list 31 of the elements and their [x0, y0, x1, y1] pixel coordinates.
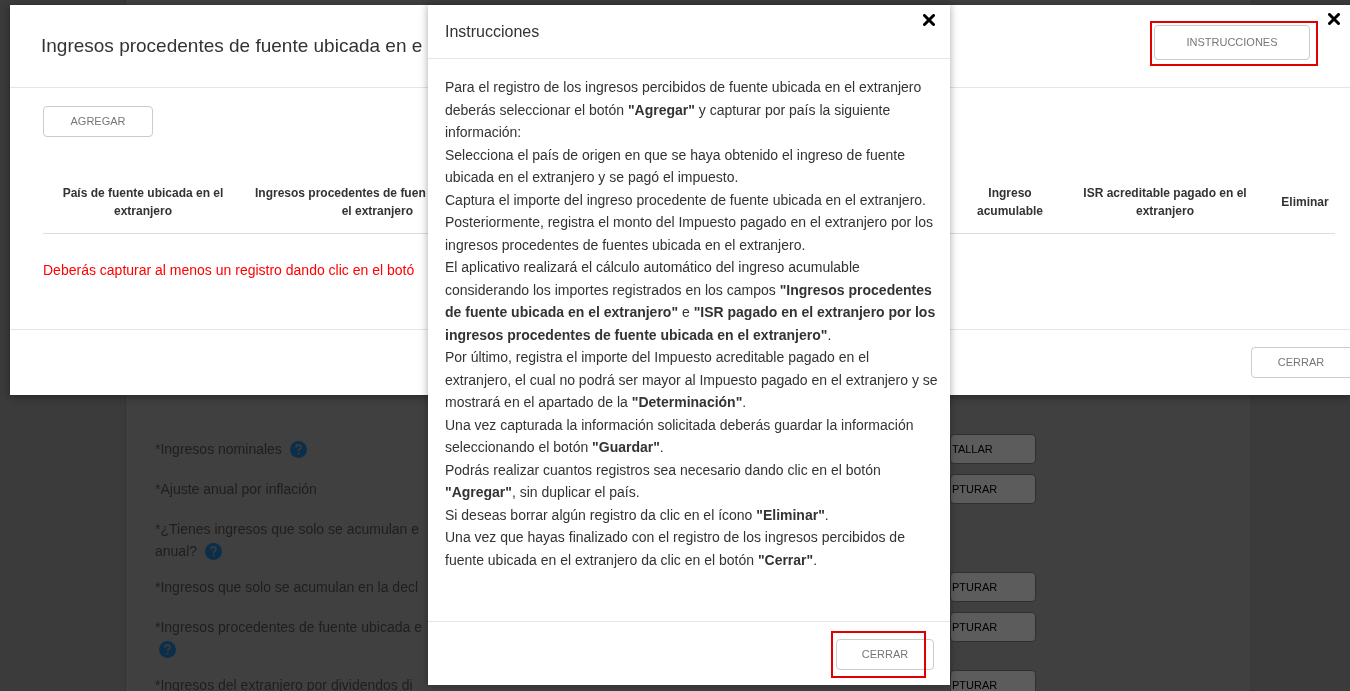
instruction-paragraph: Una vez que hayas finalizado con el registro de los ingresos percibidos de fuente ubicada en el extranjero da clic en el botón "Cerrar". [445, 528, 906, 570]
close-button[interactable]: CERRAR [1251, 347, 1350, 378]
column-header: Eliminar [1280, 193, 1330, 211]
help-icon[interactable] [159, 640, 176, 658]
close-icon[interactable] [923, 14, 935, 26]
error-message: Deberás capturar al menos un registro dando clic en el botó [43, 262, 415, 278]
capture-button[interactable]: PTURAR [950, 670, 1036, 691]
instruction-paragraph: Podrás realizar cuantos registros sea necesario dando clic en el botón "Agregar", sin duplicar el país. [445, 460, 882, 502]
dialog-title: Instrucciones [445, 21, 540, 42]
close-icon[interactable] [1328, 13, 1340, 25]
capture-button[interactable]: PTURAR [950, 572, 1036, 602]
instruction-paragraph: Posteriormente, registra el monto del Impuesto pagado en el extranjero por los ingresos procedentes de fuentes ubicada en el extranjero. [445, 213, 934, 255]
instruction-paragraph: Una vez capturada la información solicitada deberás guardar la información seleccionando el botón "Guardar". [445, 415, 915, 457]
add-button[interactable]: AGREGAR [43, 106, 153, 137]
column-header: País de fuente ubicada en el extranjero [61, 184, 225, 220]
help-icon[interactable] [205, 542, 223, 560]
instruction-paragraph: Selecciona el país de origen en que se haya obtenido el ingreso de fuente ubicada en el extranjero y se pagó el impuesto. [445, 145, 906, 187]
capture-button[interactable]: PTURAR [950, 474, 1036, 504]
instruction-paragraph: El aplicativo realizará el cálculo automático del ingreso acumulable considerando los importes registrados en los campos "Ingresos procedentes de fuente ubicada en el extranjero" e "ISR pagado en el extranjero por los ingresos procedentes de fuente ubicada en el extranjero". [445, 258, 937, 345]
column-header: Ingreso acumulable [976, 184, 1044, 220]
instruction-paragraph: Si deseas borrar algún registro da clic en el ícono "Eliminar". [445, 505, 830, 525]
instruction-paragraph: Captura el importe del ingreso procedente de fuente ubicada en el extranjero. [445, 190, 927, 210]
capture-button[interactable]: PTURAR [950, 612, 1036, 642]
instruction-paragraph: Para el registro de los ingresos percibidos de fuente ubicada en el extranjero deberás seleccionar el botón "Agregar" y capturar por país la siguiente información: [445, 78, 923, 142]
column-header: ISR acreditable pagado en el extranjero [1082, 184, 1248, 220]
instructions-button[interactable]: INSTRUCCIONES [1154, 24, 1310, 60]
close-button[interactable]: CERRAR [836, 639, 934, 670]
help-icon[interactable] [289, 440, 307, 458]
instruction-paragraph: Por último, registra el importe del Impuesto acreditable pagado en el extranjero, el cual no podrá ser mayor al Impuesto pagado en el extranjero y se mostrará en el apartado de la "Determinación". [445, 348, 938, 412]
capture-button[interactable]: TALLAR [950, 434, 1036, 464]
column-header: Ingresos procedentes de fuen el extranjero [255, 184, 423, 220]
